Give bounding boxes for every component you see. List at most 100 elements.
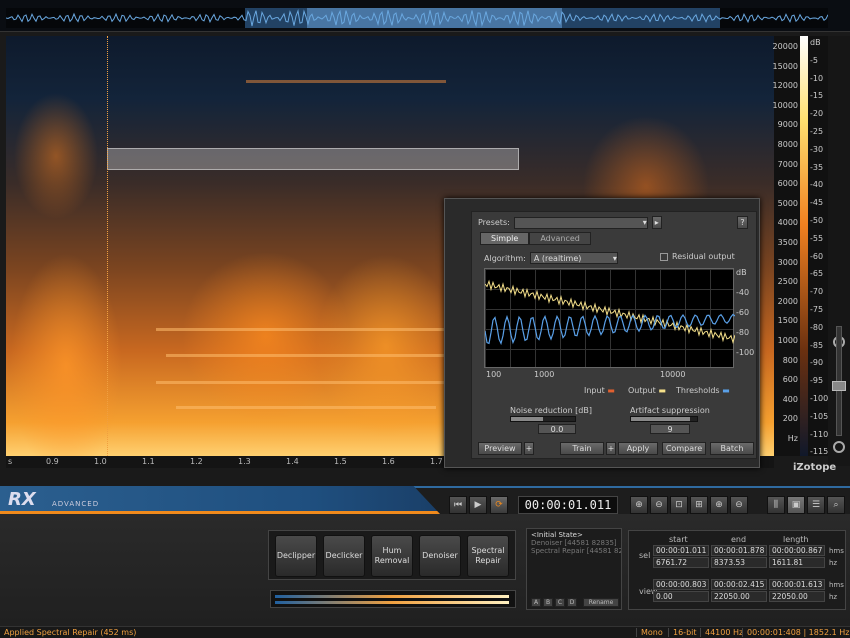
sel-start-time[interactable]: 00:00:01.011 (653, 545, 709, 556)
chevron-down-icon: ▾ (612, 253, 617, 263)
sel-start-hz[interactable]: 6761.72 (653, 557, 709, 568)
view-length-hz[interactable]: 22050.00 (769, 591, 825, 602)
freq-select-tool[interactable]: ☰ (807, 496, 825, 514)
magnify-tool[interactable]: ⌕ (827, 496, 845, 514)
presets-menu-button[interactable]: ▸ (651, 216, 662, 229)
history-slot-d[interactable]: D (567, 598, 577, 607)
db-tick-label: -30 (810, 144, 824, 154)
tab-advanced[interactable]: Advanced (529, 232, 591, 245)
sel-length-time[interactable]: 00:00:00.867 (769, 545, 825, 556)
history-slot-b[interactable]: B (543, 598, 553, 607)
history-item[interactable]: Spectral Repair [44581 82835] (527, 547, 621, 555)
preview-plus-button[interactable]: + (524, 442, 534, 455)
graph-x-tick: 1000 (534, 370, 555, 379)
history-rename-button[interactable]: Rename (583, 598, 619, 607)
legend-output: Output ▬ (628, 386, 666, 395)
zoom-time-out-icon: ⊖ (735, 500, 743, 510)
zoom-out-button[interactable]: ⊖ (650, 496, 668, 514)
spectral-selection[interactable] (107, 148, 519, 170)
noise-reduction-slider[interactable] (510, 416, 576, 422)
db-tick-label: -40 (810, 180, 824, 190)
sel-row-label: sel (639, 551, 651, 560)
presets-dropdown[interactable]: ▾ (513, 216, 648, 229)
noise-reduction-value[interactable]: 0.0 (538, 424, 576, 434)
waveform-overview[interactable] (0, 0, 850, 32)
playback-cursor[interactable] (107, 36, 108, 456)
zoom-full-button[interactable]: ⊞ (690, 496, 708, 514)
artifact-suppression-value[interactable]: 9 (650, 424, 690, 434)
db-tick-label: -90 (810, 358, 824, 368)
view-start-hz[interactable]: 0.00 (653, 591, 709, 602)
view-end-time[interactable]: 00:00:02.415 (711, 579, 767, 590)
graph-x-tick: 100 (486, 370, 502, 379)
time-select-icon: ⫼ (773, 500, 779, 510)
play-button[interactable]: ▶ (469, 496, 487, 514)
compare-button[interactable]: Compare (662, 442, 706, 455)
sel-end-time[interactable]: 00:00:01.878 (711, 545, 767, 556)
freq-select-icon: ☰ (811, 500, 821, 510)
undo-history: <Initial State> Denoiser [44581 82835] S… (526, 528, 622, 610)
history-slot-a[interactable]: A (531, 598, 541, 607)
freq-tick-label: 1500 (777, 316, 798, 326)
db-tick-label: -105 (810, 411, 829, 421)
time-tick-label: 1.7 (430, 457, 443, 466)
time-select-tool[interactable]: ⫼ (767, 496, 785, 514)
col-start: start (669, 535, 688, 544)
sel-end-hz[interactable]: 8373.53 (711, 557, 767, 568)
rx-logo: RX (8, 489, 36, 510)
zoom-time-in-button[interactable]: ⊕ (710, 496, 728, 514)
artifact-suppression-slider[interactable] (630, 416, 698, 422)
denoiser-button[interactable]: Denoiser (419, 535, 461, 577)
db-tick-label: -35 (810, 162, 824, 172)
status-channels: Mono (636, 628, 663, 637)
algorithm-label: Algorithm: (484, 253, 526, 263)
algorithm-dropdown[interactable]: A (realtime) ▾ (529, 252, 618, 264)
zoom-selection-button[interactable]: ⊡ (670, 496, 688, 514)
view-end-hz[interactable]: 22050.00 (711, 591, 767, 602)
freq-tick-label: 1000 (777, 336, 798, 345)
rewind-button[interactable]: ⏮ (449, 496, 467, 514)
view-start-time[interactable]: 00:00:00.803 (653, 579, 709, 590)
zoom-slider-handle[interactable] (832, 381, 846, 391)
history-slot-c[interactable]: C (555, 598, 565, 607)
db-tick-label: -70 (810, 287, 824, 297)
rect-select-tool[interactable]: ▣ (787, 496, 805, 514)
zoom-in-button[interactable]: ⊕ (630, 496, 648, 514)
apply-button[interactable]: Apply (618, 442, 658, 455)
view-length-time[interactable]: 00:00:01.613 (769, 579, 825, 590)
zoom-time-out-button[interactable]: ⊖ (730, 496, 748, 514)
freq-tick-label: 4000 (777, 218, 798, 228)
dialog-panel: Presets: ▾ ▸ ? Simple Advanced Algorithm… (471, 211, 757, 459)
train-plus-button[interactable]: + (606, 442, 616, 455)
noise-profile-graph (484, 268, 735, 368)
preview-button[interactable]: Preview (478, 442, 522, 455)
col-end: end (731, 535, 747, 544)
time-tick-label: 1.1 (142, 457, 155, 466)
history-item[interactable]: <Initial State> (527, 531, 621, 539)
db-tick-label: -25 (810, 127, 824, 136)
legend-input: Input ▬ (584, 386, 615, 395)
hum-removal-button[interactable]: Hum Removal (371, 535, 413, 577)
spectral-repair-button[interactable]: Spectral Repair (467, 535, 509, 577)
loop-button[interactable]: ⟳ (490, 496, 508, 514)
play-icon: ▶ (474, 500, 482, 510)
tab-simple[interactable]: Simple (480, 232, 530, 245)
freq-tick-label: 200 (782, 414, 798, 424)
help-button[interactable]: ? (737, 216, 748, 229)
chevron-down-icon: ▾ (642, 218, 647, 227)
declipper-button[interactable]: Declipper (275, 535, 317, 577)
db-tick-label: -110 (810, 429, 829, 439)
batch-button[interactable]: Batch (710, 442, 754, 455)
residual-output-checkbox[interactable] (660, 252, 668, 261)
sel-length-hz[interactable]: 1611.81 (769, 557, 825, 568)
zoom-selection-icon: ⊡ (675, 500, 683, 510)
freq-tick-label: 3000 (777, 257, 798, 267)
graph-y-tick: -100 (736, 348, 755, 357)
freq-tick-label: Hz (787, 434, 798, 443)
train-button[interactable]: Train (560, 442, 604, 455)
zoom-out-icon[interactable] (833, 441, 845, 453)
graph-y-tick: dB (736, 268, 747, 277)
declicker-button[interactable]: Declicker (323, 535, 365, 577)
history-item[interactable]: Denoiser [44581 82835] (527, 539, 621, 547)
freq-tick-label: 8000 (777, 140, 798, 149)
